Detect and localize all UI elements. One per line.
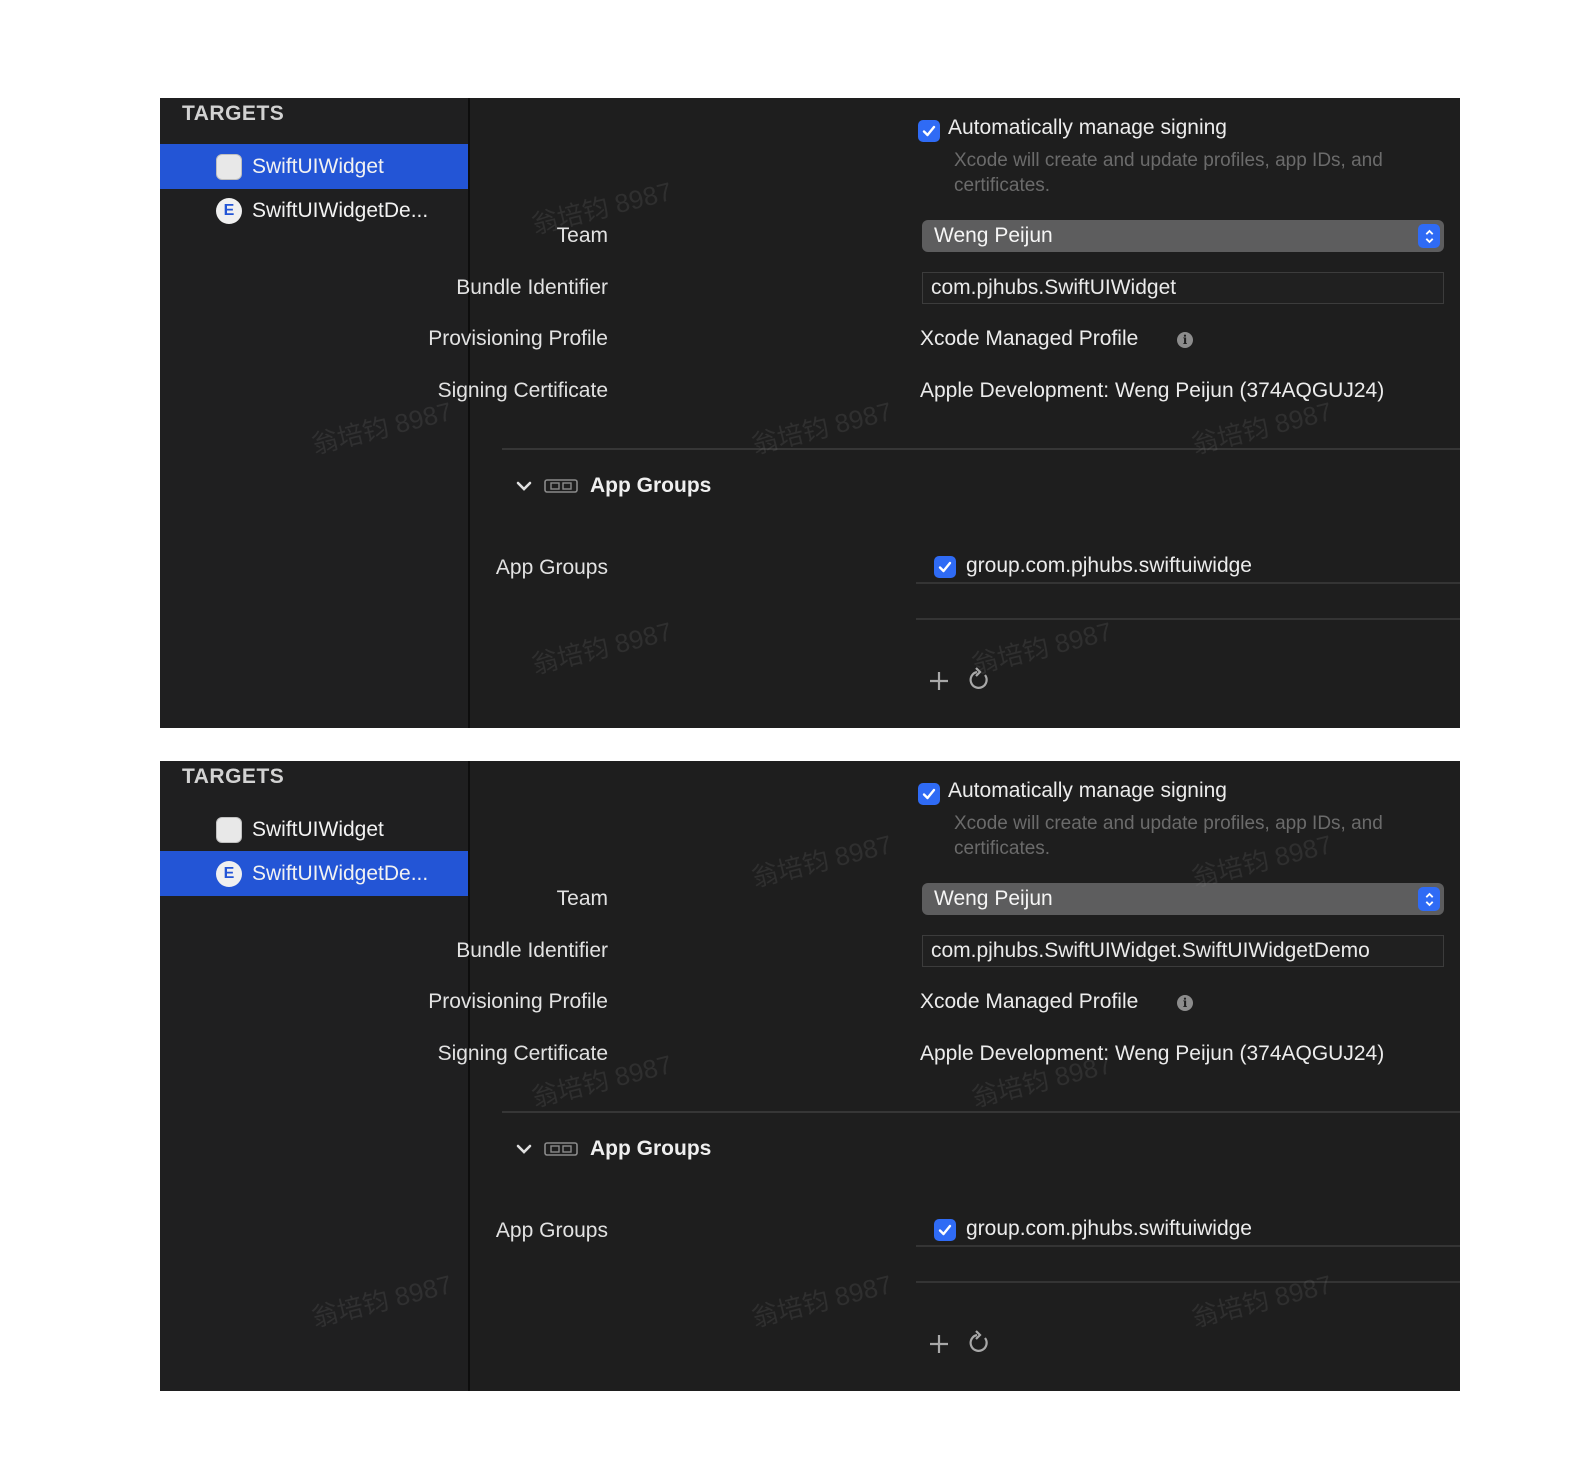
target-item-label: SwiftUIWidget bbox=[252, 154, 384, 178]
auto-signing-description: Xcode will create and update profiles, a… bbox=[954, 150, 1383, 196]
bundle-identifier-field[interactable]: com.pjhubs.SwiftUIWidget.SwiftUIWidgetDe… bbox=[922, 935, 1444, 967]
add-icon[interactable] bbox=[926, 668, 952, 694]
provisioning-profile-value: Xcode Managed Profile bbox=[920, 327, 1139, 350]
app-groups-section-title: App Groups bbox=[590, 1137, 712, 1160]
target-item-label: SwiftUIWidget bbox=[252, 817, 384, 841]
app-groups-field-label: App Groups bbox=[495, 556, 608, 579]
app-groups-field-label: App Groups bbox=[495, 1219, 608, 1242]
app-groups-section-title: App Groups bbox=[590, 474, 712, 497]
app-groups-section-header[interactable]: App Groups bbox=[514, 1137, 711, 1161]
extension-icon: E bbox=[216, 860, 242, 887]
team-value: Weng Peijun bbox=[934, 224, 1053, 247]
app-group-checkbox[interactable] bbox=[934, 556, 956, 578]
signing-certificate-label: Signing Certificate bbox=[437, 379, 608, 402]
app-group-list-bottom bbox=[916, 1281, 1460, 1283]
provisioning-profile-label: Provisioning Profile bbox=[428, 990, 608, 1013]
app-groups-capability-icon bbox=[544, 1142, 578, 1156]
select-stepper-icon bbox=[1418, 887, 1440, 911]
target-item-label: SwiftUIWidgetDe... bbox=[252, 198, 429, 222]
provisioning-profile-value: Xcode Managed Profile bbox=[920, 990, 1139, 1013]
bundle-identifier-label: Bundle Identifier bbox=[456, 939, 608, 962]
checkmark-icon bbox=[922, 125, 936, 137]
provisioning-profile-label: Provisioning Profile bbox=[428, 327, 608, 350]
auto-signing-label: Automatically manage signing bbox=[948, 116, 1227, 139]
app-group-list-bottom bbox=[916, 618, 1460, 620]
app-group-row-divider bbox=[916, 1245, 1460, 1247]
bundle-identifier-field[interactable]: com.pjhubs.SwiftUIWidget bbox=[922, 272, 1444, 304]
app-icon bbox=[216, 816, 242, 843]
auto-signing-label: Automatically manage signing bbox=[948, 779, 1227, 802]
targets-header: TARGETS bbox=[182, 765, 285, 788]
team-select[interactable]: Weng Peijun bbox=[922, 220, 1444, 252]
team-value: Weng Peijun bbox=[934, 887, 1053, 910]
checkmark-icon bbox=[938, 561, 952, 573]
auto-signing-checkbox[interactable] bbox=[918, 783, 940, 805]
bundle-identifier-label: Bundle Identifier bbox=[456, 276, 608, 299]
app-group-identifier: group.com.pjhubs.swiftuiwidge bbox=[966, 1217, 1252, 1240]
target-item-swiftuiwidget[interactable]: SwiftUIWidget bbox=[160, 144, 468, 189]
team-label: Team bbox=[556, 887, 608, 910]
app-groups-section-header[interactable]: App Groups bbox=[514, 474, 711, 498]
refresh-icon[interactable] bbox=[966, 1329, 992, 1355]
select-stepper-icon bbox=[1418, 224, 1440, 248]
signing-certificate-label: Signing Certificate bbox=[437, 1042, 608, 1065]
signing-panel-2: TARGETS SwiftUIWidget E SwiftUIWidgetDe.… bbox=[160, 761, 1460, 1391]
auto-signing-checkbox[interactable] bbox=[918, 120, 940, 142]
app-groups-capability-icon bbox=[544, 479, 578, 493]
app-group-identifier: group.com.pjhubs.swiftuiwidge bbox=[966, 554, 1252, 577]
signing-certificate-value: Apple Development: Weng Peijun (374AQGUJ… bbox=[920, 1042, 1385, 1065]
app-group-checkbox[interactable] bbox=[934, 1219, 956, 1241]
extension-icon: E bbox=[216, 197, 242, 224]
add-icon[interactable] bbox=[926, 1331, 952, 1357]
app-icon bbox=[216, 153, 242, 180]
targets-header: TARGETS bbox=[182, 102, 285, 125]
info-icon[interactable]: i bbox=[1177, 995, 1193, 1011]
checkmark-icon bbox=[922, 788, 936, 800]
auto-signing-description: Xcode will create and update profiles, a… bbox=[954, 813, 1383, 859]
section-divider bbox=[502, 448, 1460, 450]
chevron-down-icon bbox=[516, 481, 532, 491]
chevron-down-icon bbox=[516, 1144, 532, 1154]
target-item-swiftuiwidget[interactable]: SwiftUIWidget bbox=[160, 807, 468, 852]
target-item-label: SwiftUIWidgetDe... bbox=[252, 861, 429, 885]
signing-panel-1: TARGETS SwiftUIWidget E SwiftUIWidgetDe.… bbox=[160, 98, 1460, 728]
checkmark-icon bbox=[938, 1224, 952, 1236]
app-group-row-divider bbox=[916, 582, 1460, 584]
info-icon[interactable]: i bbox=[1177, 332, 1193, 348]
team-select[interactable]: Weng Peijun bbox=[922, 883, 1444, 915]
